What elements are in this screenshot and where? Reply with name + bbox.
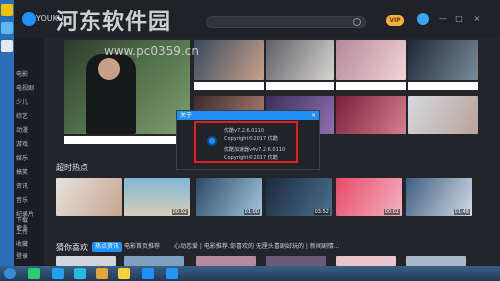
video-duration: 00:02: [171, 209, 188, 215]
taskbar-youku-icon[interactable]: [166, 268, 178, 279]
taskbar-app-icon[interactable]: [118, 268, 130, 279]
video-duration: 03:52: [313, 209, 330, 215]
chip-movie-recommend[interactable]: 电影首页推荐: [124, 242, 160, 252]
sidebar-item-funny[interactable]: 搞笑: [16, 168, 44, 178]
sidebar-item-favorite[interactable]: 收藏: [16, 240, 44, 250]
copyright-text: Copyright©2017 优酷: [224, 136, 278, 142]
dialog-title: 关于: [180, 112, 193, 119]
desktop-shortcut-icon[interactable]: [1, 4, 13, 16]
video-thumbnail[interactable]: [266, 40, 334, 80]
app-logo-icon: [22, 12, 36, 26]
avatar[interactable]: [417, 13, 429, 25]
sidebar-item-login[interactable]: 登录: [16, 252, 44, 262]
dialog-close-icon[interactable]: ×: [311, 111, 316, 120]
sidebar-item-anime[interactable]: 动漫: [16, 126, 44, 136]
screen: YOUKU VIP — □ × 电影 电视剧 少儿 综艺 动漫 游戏 娱乐 搞笑…: [0, 0, 500, 281]
chip-hot-news[interactable]: 热点资讯: [92, 242, 123, 252]
close-button[interactable]: ×: [472, 14, 482, 24]
desktop-shortcut-icon[interactable]: [1, 40, 13, 52]
section-title-guess: 猜你喜欢: [56, 243, 88, 252]
sidebar-item-movie[interactable]: 电影: [16, 70, 44, 80]
accelerator-copyright-text: Copyright©2017 优酷: [224, 155, 278, 161]
taskbar-app-icon[interactable]: [74, 268, 86, 279]
vip-badge[interactable]: VIP: [386, 15, 404, 26]
video-thumbnail[interactable]: [408, 96, 478, 134]
watermark-title: 河东软件园: [56, 9, 172, 35]
featured-title-bar[interactable]: [64, 136, 190, 144]
taskbar: [0, 266, 500, 281]
sidebar-item-download[interactable]: 下载: [16, 216, 44, 226]
taskbar-app-icon[interactable]: [28, 268, 40, 279]
chip-comedy[interactable]: 你喜欢的 无厘头喜剧...: [230, 242, 292, 252]
sidebar-item-kids[interactable]: 少儿: [16, 98, 44, 108]
app-icon: [207, 136, 217, 146]
desktop-strip: [0, 0, 14, 266]
version-text: 优酷v7.2.6.0110: [224, 128, 264, 134]
section-title-hot: 超时热点: [56, 163, 88, 172]
maximize-button[interactable]: □: [454, 14, 464, 24]
hot-video-thumbnail[interactable]: 03:52: [266, 178, 332, 216]
video-thumbnail[interactable]: [336, 96, 406, 134]
video-title-bar[interactable]: [194, 82, 264, 90]
sidebar-item-variety[interactable]: 综艺: [16, 112, 44, 122]
hot-video-thumbnail[interactable]: 01:00: [196, 178, 262, 216]
video-thumbnail[interactable]: [408, 40, 478, 80]
sidebar-item-ent[interactable]: 娱乐: [16, 154, 44, 164]
video-duration: 00:02: [383, 209, 400, 215]
sidebar-item-news[interactable]: 资讯: [16, 182, 44, 192]
video-duration: 01:48: [453, 209, 470, 215]
minimize-button[interactable]: —: [438, 14, 448, 24]
video-title-bar[interactable]: [336, 82, 406, 90]
hot-video-thumbnail[interactable]: 00:02: [124, 178, 190, 216]
search-input[interactable]: [206, 16, 366, 28]
video-thumbnail[interactable]: [194, 40, 264, 80]
chip-love-movie[interactable]: 心动恋爱 | 电影推荐...: [174, 242, 234, 252]
dialog-titlebar[interactable]: 关于 ×: [177, 111, 319, 120]
video-thumbnail[interactable]: [124, 256, 184, 266]
video-title-bar[interactable]: [266, 82, 334, 90]
video-thumbnail[interactable]: [196, 256, 256, 266]
start-button-icon[interactable]: [4, 268, 16, 279]
chip-drama-news[interactable]: 好玩的 | 新闻剧情...: [286, 242, 340, 252]
video-duration: 01:00: [243, 209, 260, 215]
video-thumbnail[interactable]: [266, 256, 326, 266]
desktop-shortcut-icon[interactable]: [1, 22, 13, 34]
sidebar-item-upload[interactable]: 上传: [16, 228, 44, 238]
search-icon[interactable]: [353, 18, 361, 26]
featured-person-face: [98, 58, 120, 80]
sidebar-item-music[interactable]: 音乐: [16, 196, 44, 206]
hot-video-thumbnail[interactable]: 00:02: [336, 178, 402, 216]
video-thumbnail[interactable]: [406, 256, 466, 266]
taskbar-app-icon[interactable]: [142, 268, 154, 279]
hot-video-thumbnail[interactable]: 01:48: [406, 178, 472, 216]
taskbar-app-icon[interactable]: [96, 268, 108, 279]
sidebar-item-tv[interactable]: 电视剧: [16, 84, 44, 94]
sidebar-item-game[interactable]: 游戏: [16, 140, 44, 150]
accelerator-version-text: 优酷加速器v4v7.2.6.0110: [224, 147, 286, 153]
video-title-bar[interactable]: [408, 82, 478, 90]
video-thumbnail[interactable]: [336, 256, 396, 266]
video-thumbnail[interactable]: [336, 40, 406, 80]
video-thumbnail[interactable]: [56, 256, 116, 266]
hot-video-thumbnail[interactable]: [56, 178, 122, 216]
taskbar-app-icon[interactable]: [52, 268, 64, 279]
watermark-url: www.pc0359.cn: [104, 44, 199, 58]
